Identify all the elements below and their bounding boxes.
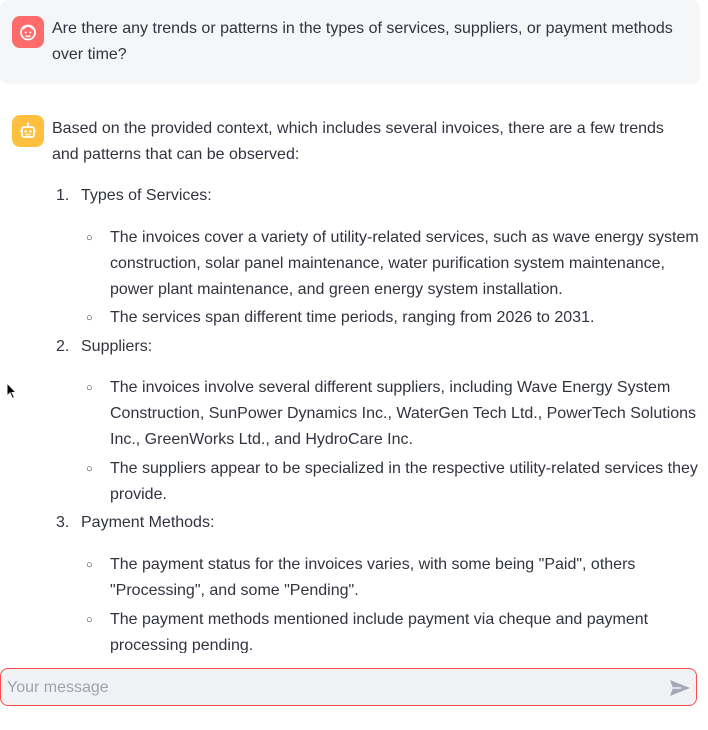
bullet-marker: ○ [86, 614, 93, 626]
section-title: Payment Methods: [81, 514, 215, 531]
section-title: Suppliers: [81, 338, 153, 355]
bullet-marker: ○ [86, 559, 93, 571]
section-number: 1. [56, 187, 70, 204]
bullet-marker: ○ [86, 312, 93, 324]
user-message: Are there any trends or patterns in the … [0, 0, 700, 84]
list-item: The payment methods mentioned include pa… [110, 611, 649, 653]
send-icon[interactable] [669, 679, 691, 697]
user-face-icon [12, 16, 44, 48]
assistant-intro: Based on the provided context, which inc… [52, 120, 664, 163]
bullet-marker: ○ [86, 382, 93, 394]
list-item: The payment status for the invoices vari… [110, 556, 636, 599]
section-number: 3. [56, 514, 70, 531]
robot-icon [12, 115, 44, 147]
list-item: The invoices involve several different s… [110, 379, 697, 448]
section-number: 2. [56, 338, 70, 355]
list-item: The suppliers appear to be specialized i… [110, 460, 698, 503]
section-title: Types of Services: [81, 187, 212, 204]
bullet-marker: ○ [86, 232, 93, 244]
bullet-marker: ○ [86, 463, 93, 475]
chat-input-box[interactable] [0, 668, 697, 706]
list-item: The invoices cover a variety of utility-… [110, 229, 699, 298]
message-input[interactable] [5, 675, 649, 701]
mouse-pointer-icon [6, 381, 18, 405]
user-message-text: Are there any trends or patterns in the … [52, 20, 673, 63]
chat-messages: Are there any trends or patterns in the … [0, 0, 708, 653]
list-item: The services span different time periods… [110, 309, 595, 326]
